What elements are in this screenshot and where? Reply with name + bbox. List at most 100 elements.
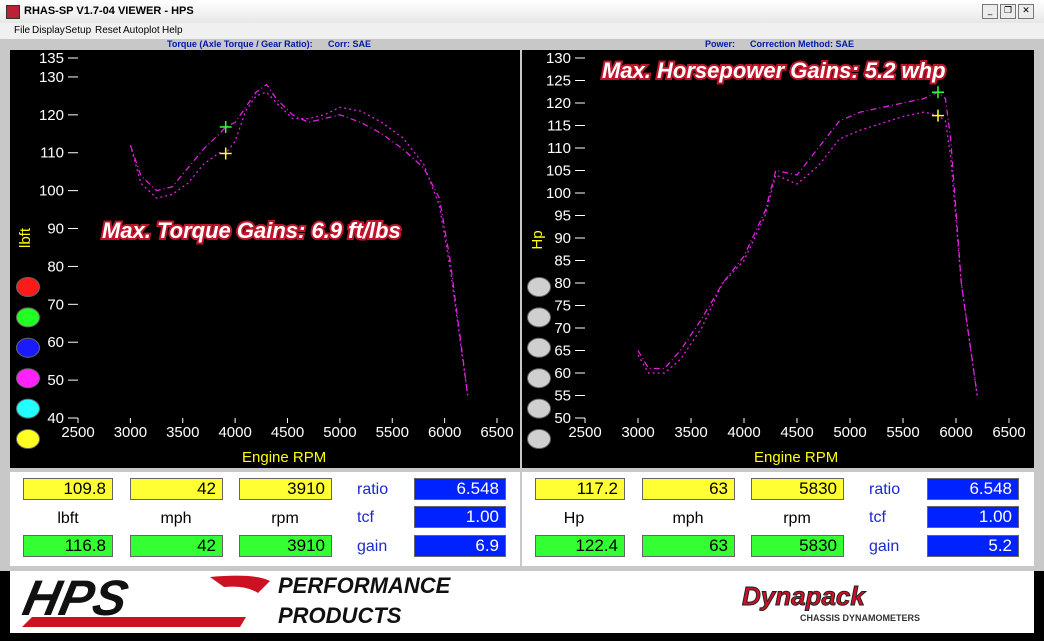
- power-gain-value: 5.2: [927, 535, 1019, 557]
- power-new-mph: 63: [642, 535, 735, 557]
- power-y-tick-label: 65: [554, 343, 571, 360]
- torque-y-tick-label: 80: [47, 258, 64, 275]
- power-x-tick-label: 2500: [568, 424, 601, 441]
- torque-new-mph: 42: [130, 535, 223, 557]
- power-y-tick-label: 75: [554, 298, 571, 315]
- torque-x-tick-label: 6000: [428, 424, 461, 441]
- minimize-button[interactable]: _: [982, 4, 998, 19]
- window-controls: _ ❐ ✕: [982, 4, 1034, 19]
- menu-help[interactable]: Help: [162, 25, 183, 36]
- dynapack-logo: Dynapack CHASSIS DYNAMOMETERS: [742, 581, 921, 624]
- power-x-tick-label: 5500: [886, 424, 919, 441]
- torque-ratio-label: ratio: [357, 481, 389, 498]
- power-baseline-mph: 63: [642, 478, 735, 500]
- torque-x-tick-label: 6500: [480, 424, 513, 441]
- gray-button-2[interactable]: [527, 307, 551, 328]
- hps-logo: HPS: [18, 570, 270, 627]
- power-y-tick-label: 125: [546, 73, 571, 90]
- tagline-line2: PRODUCTS: [278, 603, 402, 628]
- torque-panel-header: Torque (Axle Torque / Gear Ratio): Corr:…: [10, 39, 520, 50]
- torque-baseline-rpm: 3910: [239, 478, 332, 500]
- power-tcf-value: 1.00: [927, 506, 1019, 528]
- torque-x-tick-label: 4000: [218, 424, 251, 441]
- torque-y-tick-label: 120: [39, 107, 64, 124]
- yellow-button[interactable]: [16, 429, 40, 449]
- magenta-button[interactable]: [16, 368, 40, 389]
- gray-button-6[interactable]: [527, 429, 551, 449]
- menu-file[interactable]: File: [14, 25, 30, 36]
- torque-y-tick-label: 130: [39, 69, 64, 86]
- power-chart: Max. Horsepower Gains: 5.2 whp Engine RP…: [522, 50, 1034, 468]
- restore-button[interactable]: ❐: [1000, 4, 1016, 19]
- power-unit-label: Hp: [563, 510, 585, 527]
- power-mph-label: mph: [672, 510, 704, 527]
- torque-x-tick-label: 4500: [271, 424, 304, 441]
- power-y-axis-title: Hp: [529, 230, 546, 249]
- power-x-tick-label: 6000: [939, 424, 972, 441]
- power-ratio-value: 6.548: [927, 478, 1019, 500]
- app-icon: [6, 5, 20, 19]
- menu-autoplot[interactable]: Autoplot: [123, 25, 160, 36]
- window-title: RHAS-SP V1.7-04 VIEWER - HPS: [24, 5, 194, 17]
- power-y-tick-label: 80: [554, 275, 571, 292]
- torque-baseline-mph: 42: [130, 478, 223, 500]
- torque-ratio-value: 6.548: [414, 478, 506, 500]
- torque-readout-panel: 109.8 42 3910 lbft mph rpm 116.8 42 3910…: [10, 472, 520, 566]
- torque-x-tick-label: 5500: [376, 424, 409, 441]
- title-bar: RHAS-SP V1.7-04 VIEWER - HPS _ ❐ ✕: [0, 0, 1044, 24]
- power-x-tick-label: 5000: [833, 424, 866, 441]
- power-chart-bg: [522, 50, 1034, 468]
- torque-x-tick-label: 2500: [61, 424, 94, 441]
- torque-x-tick-label: 3000: [114, 424, 147, 441]
- power-baseline-value: 117.2: [535, 478, 625, 500]
- power-y-tick-label: 90: [554, 230, 571, 247]
- menu-bar: File Display Setup Reset Autoplot Help: [0, 23, 1044, 39]
- power-baseline-rpm: 5830: [751, 478, 844, 500]
- power-y-tick-label: 55: [554, 388, 571, 405]
- torque-x-tick-label: 3500: [166, 424, 199, 441]
- footer-banner: HPS PERFORMANCE PRODUCTS Dynapack CHASSI…: [10, 570, 1034, 633]
- torque-y-tick-label: 110: [40, 145, 64, 162]
- torque-baseline-value: 109.8: [23, 478, 113, 500]
- gray-button-4[interactable]: [527, 368, 551, 389]
- power-x-tick-label: 6500: [992, 424, 1025, 441]
- close-button[interactable]: ✕: [1018, 4, 1034, 19]
- power-x-tick-label: 4500: [780, 424, 813, 441]
- power-y-tick-label: 130: [546, 50, 571, 67]
- gray-button-3[interactable]: [527, 337, 551, 358]
- power-header-corr: Correction Method: SAE: [750, 39, 855, 49]
- menu-reset[interactable]: Reset: [95, 25, 121, 36]
- tagline-line1: PERFORMANCE: [278, 573, 452, 598]
- torque-y-axis-title: lbft: [17, 227, 34, 248]
- footer-logos: HPS PERFORMANCE PRODUCTS Dynapack CHASSI…: [18, 570, 921, 628]
- power-new-value: 122.4: [535, 535, 625, 557]
- power-new-rpm: 5830: [751, 535, 844, 557]
- torque-y-tick-label: 135: [39, 50, 64, 67]
- torque-new-value: 116.8: [23, 535, 113, 557]
- cyan-button[interactable]: [16, 398, 40, 419]
- menu-setup[interactable]: Setup: [65, 25, 91, 36]
- torque-y-tick-label: 90: [47, 221, 64, 238]
- torque-y-tick-label: 70: [47, 296, 64, 313]
- torque-tcf-label: tcf: [357, 509, 374, 526]
- blue-button[interactable]: [16, 337, 40, 358]
- torque-mph-label: mph: [160, 510, 192, 527]
- torque-header-title: Torque (Axle Torque / Gear Ratio):: [167, 39, 313, 49]
- power-panel-header: Power: Correction Method: SAE: [522, 39, 1034, 50]
- gray-button-5[interactable]: [527, 398, 551, 419]
- power-ratio-label: ratio: [869, 481, 901, 498]
- torque-y-tick-label: 60: [47, 334, 64, 351]
- power-header-title: Power:: [705, 39, 736, 49]
- power-y-tick-label: 95: [554, 208, 571, 225]
- power-readout-panel: 117.2 63 5830 Hp mph rpm 122.4 63 5830 r…: [522, 472, 1034, 566]
- power-x-axis-title: Engine RPM: [754, 449, 838, 466]
- red-button[interactable]: [16, 277, 40, 297]
- menu-display[interactable]: Display: [32, 25, 65, 36]
- gray-button-1[interactable]: [527, 277, 551, 297]
- power-x-tick-label: 4000: [727, 424, 760, 441]
- green-button[interactable]: [16, 307, 40, 328]
- power-y-tick-label: 110: [547, 140, 571, 157]
- power-y-tick-label: 100: [546, 185, 571, 202]
- power-tcf-label: tcf: [869, 509, 886, 526]
- torque-y-tick-label: 50: [47, 372, 64, 389]
